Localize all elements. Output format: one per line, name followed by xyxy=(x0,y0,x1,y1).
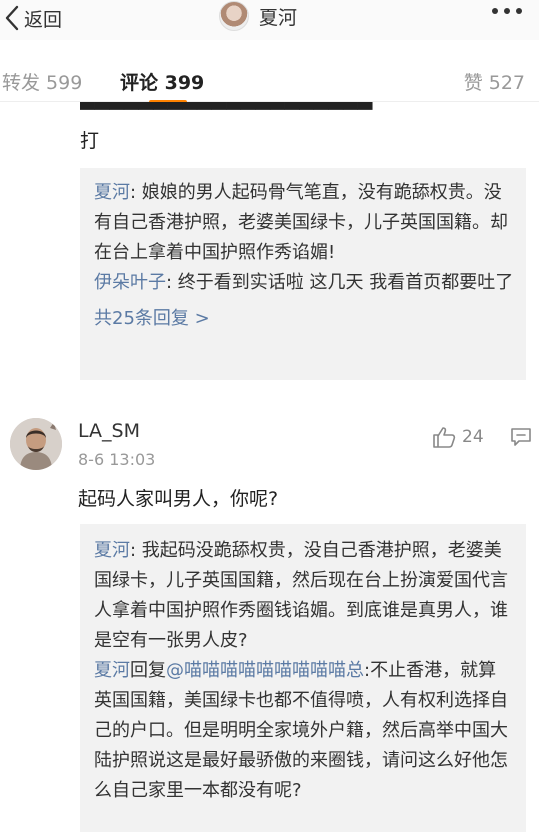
avatar[interactable] xyxy=(219,1,249,31)
reply-button[interactable] xyxy=(510,427,532,451)
reply-text: : 我起码没跪舔权贵，没自己香港护照，老婆美国绿卡，儿子英国国籍，然后现在台上扮… xyxy=(94,540,508,651)
reply-thread[interactable]: 夏河: 娘娘的男人起码骨气笔直，没有跪舔权贵。没有自己香港护照，老婆美国绿卡，儿… xyxy=(80,168,526,380)
reply-author[interactable]: 夏河 xyxy=(94,540,130,561)
thumbs-up-icon xyxy=(433,427,456,448)
comment-text: 起码人家叫男人，你呢? xyxy=(78,488,279,510)
top-bar: 返回 夏河 xyxy=(0,0,539,40)
reply-item[interactable]: 夏河回复@喵喵喵喵喵喵喵喵喵总:不止香港，就算英国国籍，美国绿卡也都不值得喷，人… xyxy=(94,656,514,806)
dot xyxy=(504,8,510,14)
comment-username[interactable]: LA_SM xyxy=(78,420,140,442)
comment-icon xyxy=(511,428,531,446)
avatar[interactable] xyxy=(10,418,62,470)
reply-thread[interactable]: 夏河: 我起码没跪舔权贵，没自己香港护照，老婆美国绿卡，儿子英国国籍，然后现在台… xyxy=(80,524,526,832)
reply-text: :不止香港，就算英国国籍，美国绿卡也都不值得喷，人有权利选择自己的户口。但是明明… xyxy=(94,660,508,801)
comment-text-tail: 打 xyxy=(80,130,100,152)
more-replies-link[interactable]: 共25条回复 > xyxy=(94,304,514,334)
reply-author[interactable]: 夏河 xyxy=(94,182,130,203)
reply-mention[interactable]: @喵喵喵喵喵喵喵喵喵总 xyxy=(166,660,364,681)
header-user[interactable]: 夏河 xyxy=(219,0,297,32)
reply-author[interactable]: 夏河 xyxy=(94,660,130,681)
dot xyxy=(516,8,522,14)
avatar-image xyxy=(10,418,62,470)
reply-author[interactable]: 伊朵叶子 xyxy=(94,272,166,293)
chevron-left-icon xyxy=(5,5,19,31)
page-title: 夏河 xyxy=(259,6,298,29)
back-label: 返回 xyxy=(24,8,63,31)
reply-word: 回复 xyxy=(130,660,166,681)
more-icon[interactable] xyxy=(492,8,522,14)
reply-item[interactable]: 夏河: 娘娘的男人起码骨气笔直，没有跪舔权贵。没有自己香港护照，老婆美国绿卡，儿… xyxy=(94,178,514,268)
like-count: 24 xyxy=(462,427,484,447)
reply-text: : 终于看到实话啦 这几天 我看首页都要吐了 xyxy=(166,272,514,293)
tab-likes[interactable]: 赞 527 xyxy=(464,68,525,95)
back-button[interactable]: 返回 xyxy=(4,4,62,32)
tab-bar: 转发 599 评论 399 赞 527 xyxy=(0,48,539,104)
like-button[interactable]: 24 xyxy=(432,426,484,448)
dot xyxy=(492,8,498,14)
cut-off-text: ▆▆▆▆▆▆▆▆▆▆▆▆▆▆▆▆▆▆▆▆ xyxy=(80,102,530,114)
reply-text: : 娘娘的男人起码骨气笔直，没有跪舔权贵。没有自己香港护照，老婆美国绿卡，儿子英… xyxy=(94,182,508,263)
tab-repost[interactable]: 转发 599 xyxy=(2,68,82,95)
comment-timestamp: 8-6 13:03 xyxy=(78,450,156,469)
tab-comments[interactable]: 评论 399 xyxy=(120,68,204,95)
reply-item[interactable]: 夏河: 我起码没跪舔权贵，没自己香港护照，老婆美国绿卡，儿子英国国籍，然后现在台… xyxy=(94,536,514,656)
reply-item[interactable]: 伊朵叶子: 终于看到实话啦 这几天 我看首页都要吐了 xyxy=(94,268,514,298)
